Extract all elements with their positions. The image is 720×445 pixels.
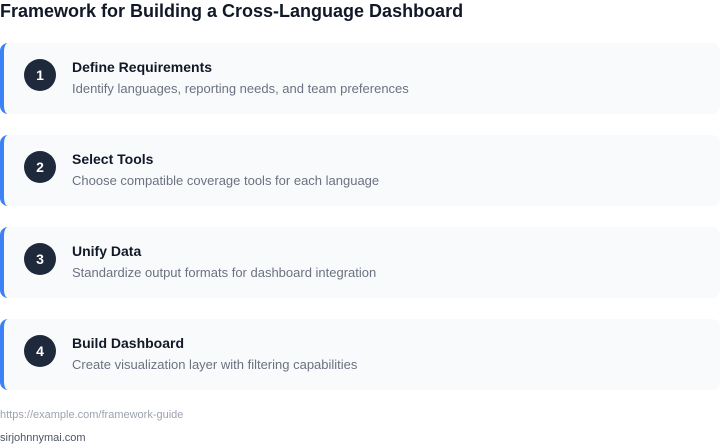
- step-title: Select Tools: [72, 151, 154, 167]
- step-number-badge: 2: [24, 151, 56, 183]
- step-description: Choose compatible coverage tools for eac…: [72, 173, 380, 188]
- step-description: Identify languages, reporting needs, and…: [72, 81, 409, 96]
- step-card-build-dashboard: 4 Build Dashboard Create visualization l…: [0, 319, 720, 390]
- page-title: Framework for Building a Cross-Language …: [0, 1, 464, 21]
- step-title: Unify Data: [72, 243, 142, 259]
- step-card-define-requirements: 1 Define Requirements Identify languages…: [0, 43, 720, 114]
- source-url: https://example.com/framework-guide: [0, 409, 184, 421]
- step-number-badge: 1: [24, 59, 56, 91]
- steps-list: 1 Define Requirements Identify languages…: [0, 43, 720, 411]
- attribution-text: sirjohnnymai.com: [0, 432, 86, 444]
- step-description: Create visualization layer with filterin…: [72, 357, 358, 372]
- step-description: Standardize output formats for dashboard…: [72, 265, 377, 280]
- step-title: Define Requirements: [72, 59, 213, 75]
- step-title: Build Dashboard: [72, 335, 185, 351]
- step-number-badge: 3: [24, 243, 56, 275]
- step-card-select-tools: 2 Select Tools Choose compatible coverag…: [0, 135, 720, 206]
- step-number-badge: 4: [24, 335, 56, 367]
- step-card-unify-data: 3 Unify Data Standardize output formats …: [0, 227, 720, 298]
